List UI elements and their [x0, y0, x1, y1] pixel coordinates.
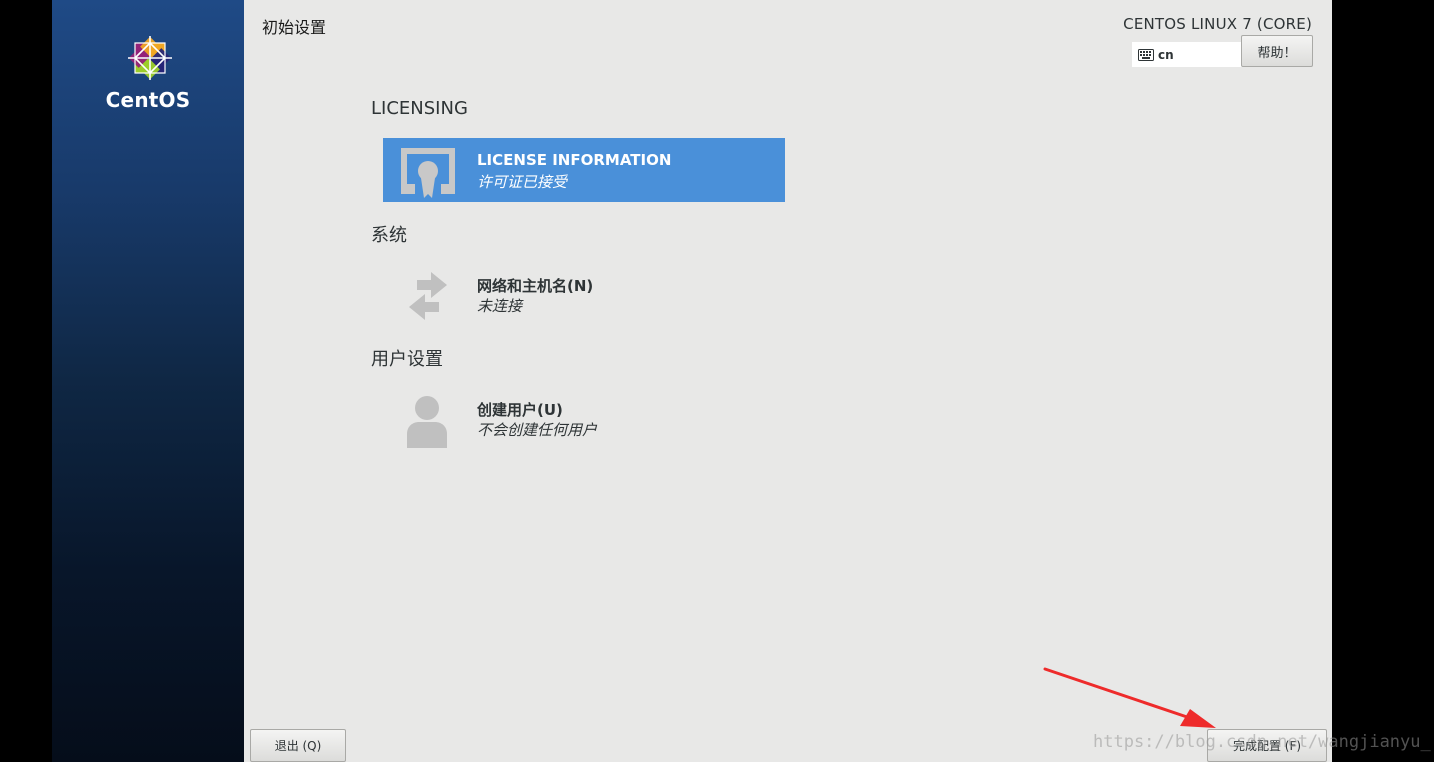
annotation-arrow-icon — [1043, 667, 1216, 728]
license-icon — [401, 148, 455, 198]
help-button[interactable]: 帮助！ — [1241, 35, 1313, 67]
section-heading-licensing: LICENSING — [371, 98, 468, 119]
brand-name: CentOS — [105, 88, 191, 112]
page-title: 初始设置 — [262, 18, 327, 37]
spoke-status: 不会创建任何用户 — [477, 421, 598, 439]
installer-window: CentOS 初始设置 CENTOS LINUX 7 (CORE) cn 帮助！… — [52, 0, 1332, 762]
spoke-create-user[interactable]: 创建用户(U) 不会创建任何用户 — [383, 386, 785, 450]
section-heading-system: 系统 — [371, 225, 407, 246]
os-name: CENTOS LINUX 7 (CORE) — [1123, 15, 1312, 33]
quit-button[interactable]: 退出 (Q) — [250, 729, 346, 762]
finish-configuration-button[interactable]: 完成配置 (F) — [1207, 729, 1327, 762]
spoke-license-information[interactable]: LICENSE INFORMATION 许可证已接受 — [383, 138, 785, 202]
centos-logo-icon — [128, 36, 172, 80]
keyboard-icon — [1138, 48, 1154, 61]
spoke-title: 网络和主机名(N) — [477, 277, 594, 295]
spoke-status: 许可证已接受 — [477, 173, 568, 191]
user-icon — [407, 396, 447, 448]
keyboard-layout-label: cn — [1158, 47, 1174, 62]
section-heading-user-settings: 用户设置 — [371, 349, 443, 370]
sidebar: CentOS — [52, 0, 244, 762]
spoke-title: LICENSE INFORMATION — [477, 151, 672, 169]
spoke-status: 未连接 — [477, 297, 523, 315]
network-arrows-icon — [409, 272, 447, 320]
spoke-network-hostname[interactable]: 网络和主机名(N) 未连接 — [383, 262, 785, 326]
keyboard-layout-indicator[interactable]: cn — [1132, 42, 1242, 67]
main-panel: 初始设置 CENTOS LINUX 7 (CORE) cn 帮助！ LICENS… — [244, 0, 1332, 762]
spoke-title: 创建用户(U) — [477, 401, 563, 419]
